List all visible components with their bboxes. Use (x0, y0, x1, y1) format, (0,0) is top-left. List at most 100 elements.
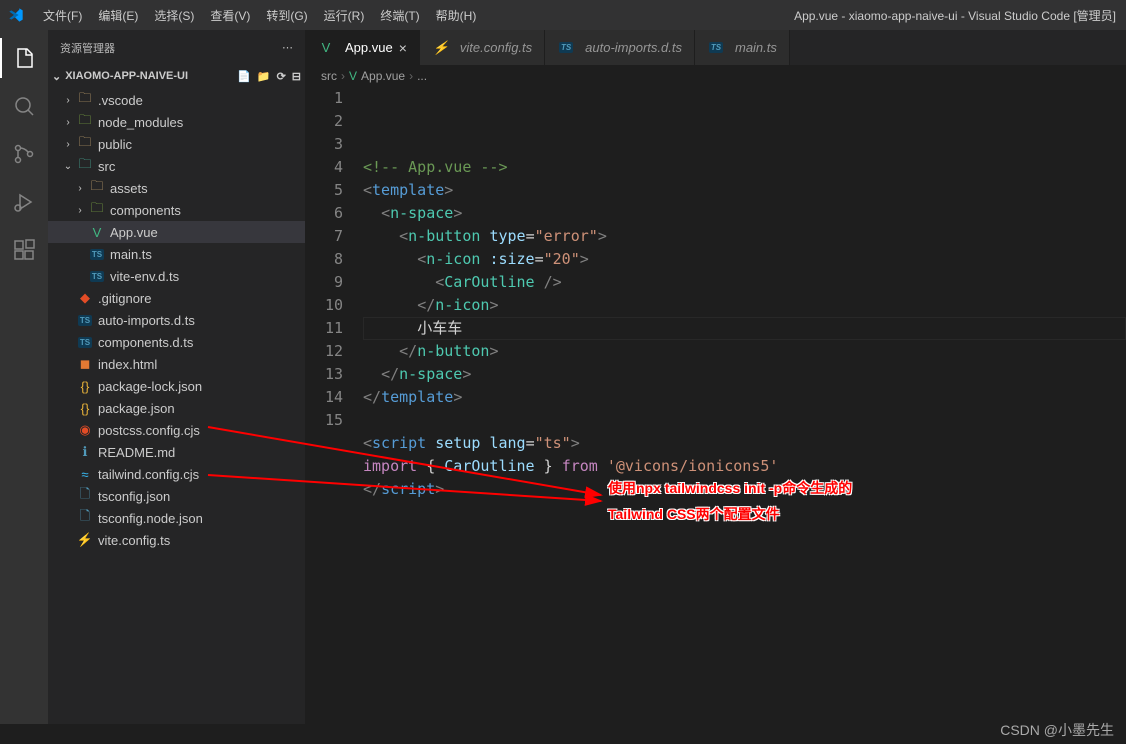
explorer-icon[interactable] (0, 38, 48, 78)
tab-label: auto-imports.d.ts (585, 40, 682, 55)
source-control-icon[interactable] (0, 134, 48, 174)
extensions-icon[interactable] (0, 230, 48, 270)
tree-item[interactable]: ℹREADME.md (48, 441, 305, 463)
tree-item[interactable]: TS auto-imports.d.ts (48, 309, 305, 331)
tree-label: main.ts (110, 247, 152, 262)
tree-item[interactable]: {} package-lock.json (48, 375, 305, 397)
tree-item[interactable]: ›🗀node_modules (48, 111, 305, 133)
tree-item[interactable]: ›🗀assets (48, 177, 305, 199)
breadcrumb-item[interactable]: App.vue (361, 69, 405, 83)
project-name: XIAOMO-APP-NAIVE-UI (65, 70, 188, 82)
close-icon[interactable]: × (399, 40, 407, 56)
tree-item[interactable]: ◉ postcss.config.cjs (48, 419, 305, 441)
menu-item[interactable]: 编辑(E) (91, 3, 145, 28)
chevron-icon: › (72, 205, 88, 216)
breadcrumb-item[interactable]: src (321, 69, 337, 83)
js-icon: ⚡ (432, 40, 450, 56)
tree-label: src (98, 159, 115, 174)
tree-label: node_modules (98, 115, 183, 130)
menu-item[interactable]: 帮助(H) (429, 3, 484, 28)
json-icon: 🗋 (76, 485, 94, 507)
breadcrumb-item[interactable]: ... (417, 69, 427, 83)
folder-icon: 🗀 (76, 111, 94, 133)
folder-icon: 🗀 (76, 155, 94, 177)
project-header[interactable]: ⌄ XIAOMO-APP-NAIVE-UI 📄 📁 ⟳ ⊟ (48, 65, 305, 87)
tree-item[interactable]: VApp.vue (48, 221, 305, 243)
tree-item[interactable]: 🗋 tsconfig.node.json (48, 507, 305, 529)
ts-icon: TS (76, 315, 94, 326)
tree-label: tailwind.config.cjs (98, 467, 199, 482)
menu-item[interactable]: 选择(S) (147, 3, 201, 28)
tree-item[interactable]: TSmain.ts (48, 243, 305, 265)
json-icon: {} (76, 379, 94, 394)
tree-item[interactable]: 🗋 tsconfig.json (48, 485, 305, 507)
tree-item[interactable]: {}package.json (48, 397, 305, 419)
tree-item[interactable]: TSvite-env.d.ts (48, 265, 305, 287)
ts-icon: TS (88, 271, 106, 282)
tree-label: postcss.config.cjs (98, 423, 200, 438)
tree-label: tsconfig.json (98, 489, 170, 504)
tab-label: App.vue (345, 40, 393, 55)
tree-label: public (98, 137, 132, 152)
editor-tab[interactable]: TS auto-imports.d.ts (545, 30, 695, 65)
editor-area: V App.vue × ⚡ vite.config.ts TS auto-imports.d… (305, 30, 1126, 724)
tree-item[interactable]: ›🗀.vscode (48, 89, 305, 111)
tree-label: package-lock.json (98, 379, 202, 394)
postcss-icon: ◉ (76, 422, 94, 438)
chevron-icon: › (60, 95, 76, 106)
folder-icon: 🗀 (88, 199, 106, 221)
ts-icon: TS (557, 42, 575, 53)
tree-label: assets (110, 181, 148, 196)
vue-icon: V (88, 225, 106, 240)
tailwind-icon: ≈ (76, 467, 94, 482)
tree-item[interactable]: ›🗀 public (48, 133, 305, 155)
menu-item[interactable]: 转到(G) (259, 3, 314, 28)
project-actions: 📄 📁 ⟳ ⊟ (237, 70, 301, 83)
tree-item[interactable]: ⚡vite.config.ts (48, 529, 305, 551)
tree-label: auto-imports.d.ts (98, 313, 195, 328)
sidebar-title: 资源管理器 (60, 40, 115, 56)
tree-item[interactable]: ≈ tailwind.config.cjs (48, 463, 305, 485)
refresh-icon[interactable]: ⟳ (277, 70, 286, 83)
run-debug-icon[interactable] (0, 182, 48, 222)
tree-label: .gitignore (98, 291, 151, 306)
new-folder-icon[interactable]: 📁 (257, 70, 271, 83)
tree-label: components.d.ts (98, 335, 193, 350)
menu-item[interactable]: 终端(T) (373, 3, 426, 28)
vue-icon: V (349, 69, 357, 83)
tree-item[interactable]: ◆.gitignore (48, 287, 305, 309)
new-file-icon[interactable]: 📄 (237, 70, 251, 83)
breadcrumb[interactable]: src › V App.vue › ... (305, 65, 1126, 87)
collapse-icon[interactable]: ⊟ (292, 70, 301, 83)
ts-icon: TS (707, 42, 725, 53)
editor-tab[interactable]: TSmain.ts (695, 30, 790, 65)
html-icon: ◼ (76, 356, 94, 372)
tab-label: vite.config.ts (460, 40, 532, 55)
chevron-icon: ⌄ (60, 161, 76, 172)
chevron-right-icon: › (409, 69, 413, 83)
tree-label: README.md (98, 445, 175, 460)
menu-item[interactable]: 查看(V) (203, 3, 257, 28)
tree-item[interactable]: ⌄🗀 src (48, 155, 305, 177)
menu-item[interactable]: 文件(F) (36, 3, 89, 28)
watermark: CSDN @小墨先生 (1000, 720, 1114, 740)
code-editor[interactable]: 123456789101112131415 <!-- App.vue --><t… (305, 87, 1126, 724)
tree-item[interactable]: ›🗀components (48, 199, 305, 221)
menu-item[interactable]: 运行(R) (317, 3, 372, 28)
sidebar-more-icon[interactable]: ⋯ (282, 41, 293, 54)
tree-item[interactable]: TScomponents.d.ts (48, 331, 305, 353)
js-icon: ⚡ (76, 532, 94, 548)
json-icon: 🗋 (76, 507, 94, 529)
vscode-icon (8, 7, 24, 23)
folder-icon: 🗀 (76, 133, 94, 155)
tree-label: tsconfig.node.json (98, 511, 203, 526)
editor-tab[interactable]: ⚡ vite.config.ts (420, 30, 545, 65)
line-highlight (363, 317, 1126, 340)
search-icon[interactable] (0, 86, 48, 126)
editor-tab[interactable]: VApp.vue× (305, 30, 420, 65)
code-content[interactable]: <!-- App.vue --><template> <n-space> <n-… (363, 87, 1126, 724)
activity-bar (0, 30, 48, 724)
chevron-icon: › (60, 139, 76, 150)
tree-item[interactable]: ◼index.html (48, 353, 305, 375)
folder-icon: 🗀 (88, 177, 106, 199)
